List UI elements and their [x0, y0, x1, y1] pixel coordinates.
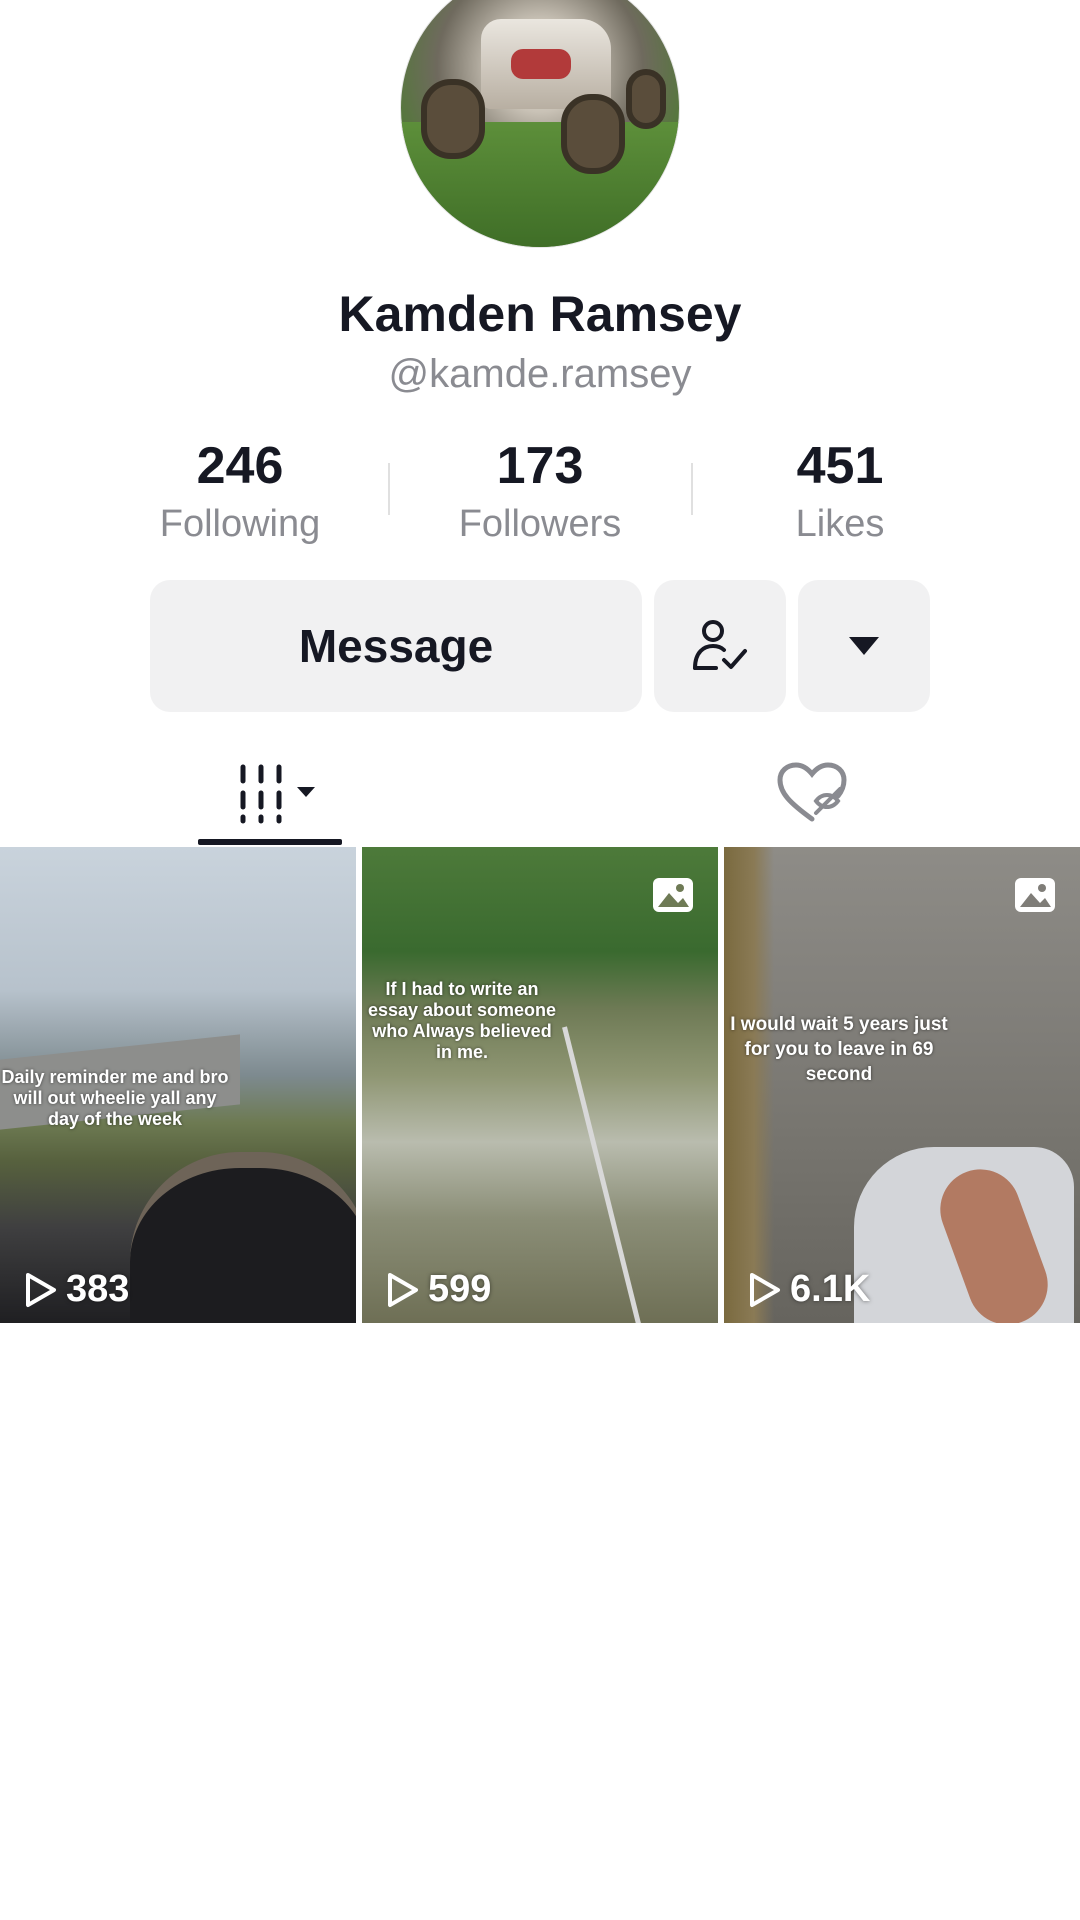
avatar-quad-seat — [511, 49, 571, 79]
profile-stats: 246 Following 173 Followers 451 Likes — [0, 435, 1080, 555]
grid-lines-icon — [240, 764, 315, 823]
photo-icon — [653, 878, 693, 912]
person-check-icon — [693, 620, 747, 670]
photo-icon — [1015, 878, 1055, 912]
view-count: 6.1K — [748, 1268, 870, 1311]
avatar-wheel — [626, 69, 666, 129]
likes-label: Likes — [795, 503, 885, 545]
profile-avatar[interactable] — [400, 0, 680, 248]
caret-down-icon — [849, 637, 879, 655]
video-caption: Daily reminder me and bro will out wheel… — [1, 1067, 229, 1129]
view-count-text: 599 — [428, 1268, 492, 1310]
avatar-wheel — [421, 79, 485, 159]
view-count-text: 6.1K — [790, 1268, 871, 1310]
video-tile[interactable]: If I had to write an essay about someone… — [362, 847, 718, 1323]
message-button[interactable]: Message — [150, 580, 642, 712]
stat-divider — [388, 463, 390, 515]
profile-handle: @kamde.ramsey — [388, 352, 692, 396]
video-caption: I would wait 5 years just for you to lea… — [730, 1014, 948, 1085]
following-count: 246 — [196, 437, 284, 495]
active-tab-indicator — [198, 839, 342, 845]
avatar-wheel — [561, 94, 625, 174]
stat-followers[interactable]: 173 Followers — [410, 435, 670, 549]
following-label: Following — [159, 503, 321, 545]
tile-helmet — [130, 1152, 356, 1323]
play-icon — [388, 1272, 418, 1307]
tab-videos[interactable] — [198, 740, 342, 845]
play-icon — [750, 1272, 780, 1307]
stat-following[interactable]: 246 Following — [110, 435, 370, 549]
friends-button[interactable] — [654, 580, 786, 712]
video-tile[interactable]: Daily reminder me and bro will out wheel… — [0, 847, 356, 1323]
followers-count: 173 — [496, 437, 584, 495]
view-count: 599 — [386, 1268, 491, 1311]
view-count-text: 383 — [66, 1268, 130, 1310]
video-caption: If I had to write an essay about someone… — [367, 979, 557, 1062]
video-tile[interactable]: I would wait 5 years just for you to lea… — [724, 847, 1080, 1323]
hidden-heart-icon — [777, 761, 847, 821]
likes-count: 451 — [796, 437, 884, 495]
stat-divider — [691, 463, 693, 515]
stat-likes[interactable]: 451 Likes — [710, 435, 970, 549]
video-grid: Daily reminder me and bro will out wheel… — [0, 847, 1080, 1323]
profile-name: Kamden Ramsey — [338, 286, 742, 342]
view-count: 383 — [24, 1268, 129, 1311]
play-icon — [26, 1272, 56, 1307]
more-options-button[interactable] — [798, 580, 930, 712]
followers-label: Followers — [458, 503, 622, 545]
tile-fishing-rod — [562, 1026, 645, 1323]
tab-liked[interactable] — [760, 740, 864, 845]
